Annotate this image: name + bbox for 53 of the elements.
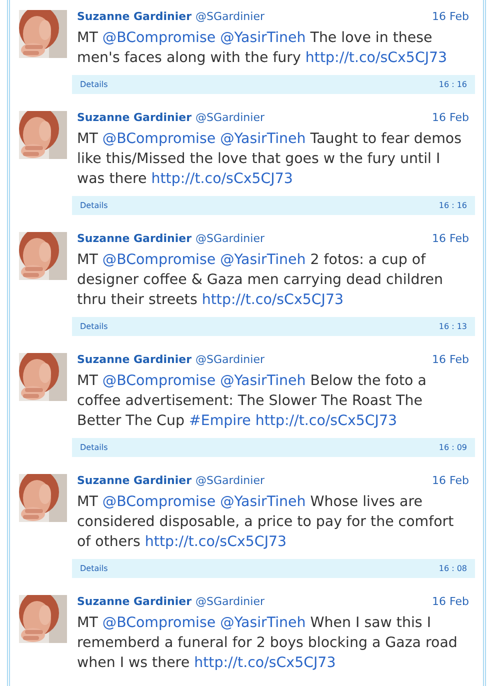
tweet-time: 16 : 16 [438, 80, 467, 89]
tweet-time: 16 : 09 [438, 443, 467, 452]
url-link[interactable]: http://t.co/sCx5CJ73 [194, 655, 336, 671]
url-link[interactable]: http://t.co/sCx5CJ73 [151, 171, 293, 187]
tweet-date[interactable]: 16 Feb [432, 595, 475, 608]
mention-link[interactable]: @BCompromise [102, 615, 216, 631]
author-name[interactable]: Suzanne Gardinier [77, 474, 192, 487]
mention-link[interactable]: @YasirTineh [220, 30, 306, 46]
mention-link[interactable]: @BCompromise [102, 252, 216, 268]
author-handle[interactable]: @SGardinier [196, 474, 264, 487]
url-link[interactable]: http://t.co/sCx5CJ73 [144, 534, 287, 550]
author-name[interactable]: Suzanne Gardinier [77, 232, 192, 245]
mention-link[interactable]: @BCompromise [102, 494, 216, 510]
url-link[interactable]: http://t.co/sCx5CJ73 [202, 292, 344, 308]
details-link[interactable]: Details [80, 443, 108, 452]
author-name[interactable]: Suzanne Gardinier [77, 353, 192, 366]
author-handle[interactable]: @SGardinier [196, 232, 264, 245]
details-link[interactable]: Details [80, 322, 108, 331]
author-name[interactable]: Suzanne Gardinier [77, 111, 192, 124]
tweet-time: 16 : 13 [438, 322, 467, 331]
mention-link[interactable]: @YasirTineh [220, 373, 306, 389]
tweet-text: MT @BCompromise @YasirTineh When I saw this I rememberd a funeral for 2 boys blocking a Gaza road when I ws there http://t.co/sCx5CJ73 [77, 614, 458, 673]
mention-link[interactable]: @BCompromise [102, 373, 216, 389]
mention-link[interactable]: @YasirTineh [220, 494, 306, 510]
tweet-time: 16 : 16 [438, 201, 467, 210]
hashtag-link[interactable]: #Empire [188, 413, 251, 429]
mention-link[interactable]: @BCompromise [102, 131, 216, 147]
tweet-text: MT @BCompromise @YasirTineh 2 fotos: a cup of designer coffee & Gaza men carrying dead children thru their streets http://t.co/sCx5CJ73 [77, 251, 444, 310]
tweet-text: MT @BCompromise @YasirTineh Whose lives are considered disposable, a price to pay for the comfort of others http://t.co/sCx5CJ73 [77, 493, 455, 552]
author-handle[interactable]: @SGardinier [196, 353, 264, 366]
mention-link[interactable]: @BCompromise [102, 30, 216, 46]
author-handle[interactable]: @SGardinier [196, 10, 264, 23]
author-handle[interactable]: @SGardinier [196, 111, 264, 124]
details-link[interactable]: Details [80, 201, 108, 210]
tweet-text: MT @BCompromise @YasirTineh The love in these men's faces along with the fury http://t.co/sCx5CJ73 [77, 29, 448, 68]
details-link[interactable]: Details [80, 80, 108, 89]
author-handle[interactable]: @SGardinier [196, 595, 264, 608]
tweet-time: 16 : 08 [438, 564, 467, 573]
tweet-text: MT @BCompromise @YasirTineh Below the foto a coffee advertisement: The Slower The Roast The Better The Cup #Empire http://t.co/sCx5CJ73 [77, 372, 428, 431]
tweet-date[interactable]: 16 Feb [432, 474, 475, 487]
tweet-date[interactable]: 16 Feb [432, 111, 475, 124]
url-link[interactable]: http://t.co/sCx5CJ73 [305, 50, 448, 66]
tweet-date[interactable]: 16 Feb [432, 232, 475, 245]
mention-link[interactable]: @YasirTineh [220, 615, 306, 631]
mention-link[interactable]: @YasirTineh [220, 252, 306, 268]
author-name[interactable]: Suzanne Gardinier [77, 595, 192, 608]
details-link[interactable]: Details [80, 564, 108, 573]
url-link[interactable]: http://t.co/sCx5CJ73 [255, 413, 398, 429]
tweet-date[interactable]: 16 Feb [432, 353, 475, 366]
tweet-text: MT @BCompromise @YasirTineh Taught to fear demos like this/Missed the love that goes w the fury until I was there http://t.co/sCx5CJ73 [77, 130, 462, 189]
author-name[interactable]: Suzanne Gardinier [77, 10, 192, 23]
tweet-date[interactable]: 16 Feb [432, 10, 475, 23]
mention-link[interactable]: @YasirTineh [220, 131, 306, 147]
